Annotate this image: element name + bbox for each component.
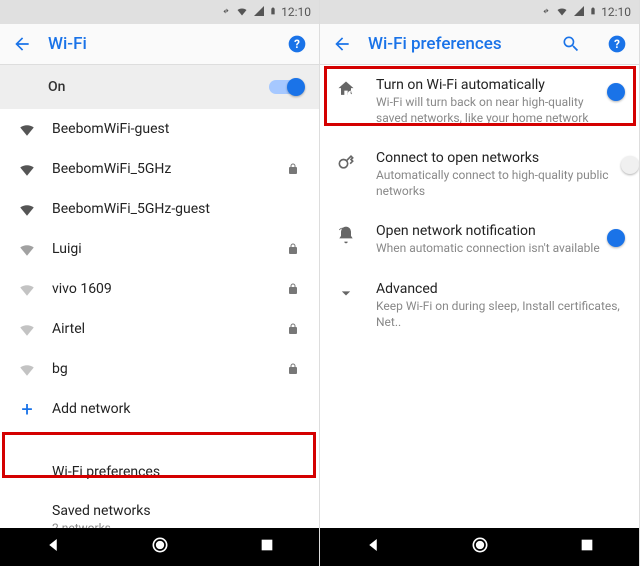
- nav-home-icon[interactable]: [150, 535, 170, 559]
- pref-sub: Keep Wi-Fi on during sleep, Install cert…: [376, 299, 623, 330]
- wifi-preferences-label: Wi-Fi preferences: [52, 464, 160, 480]
- battery-icon: [589, 5, 597, 20]
- pref-sub: Wi-Fi will turn back on near high-qualit…: [376, 95, 615, 126]
- page-title: Wi-Fi: [48, 34, 271, 54]
- pref-item[interactable]: Open network notification When automatic …: [320, 211, 639, 269]
- back-button[interactable]: [332, 34, 352, 54]
- network-row[interactable]: BeebomWiFi-guest: [0, 109, 319, 149]
- network-name: BeebomWiFi-guest: [52, 121, 303, 137]
- wifi-signal-icon: [16, 320, 38, 338]
- pref-item[interactable]: Connect to open networks Automatically co…: [320, 138, 639, 211]
- network-name: BeebomWiFi_5GHz: [52, 161, 287, 177]
- clock: 12:10: [601, 5, 631, 19]
- nav-recent-icon[interactable]: [259, 537, 275, 557]
- wifi-master-switch[interactable]: [269, 80, 303, 94]
- wifi-icon: [555, 5, 569, 20]
- lock-icon: [287, 320, 303, 339]
- pref-icon: [336, 77, 364, 103]
- nav-home-icon[interactable]: [470, 535, 490, 559]
- nav-back-icon[interactable]: [44, 536, 62, 558]
- app-bar: Wi-Fi preferences ?: [320, 24, 639, 64]
- network-name: vivo 1609: [52, 281, 287, 297]
- screen-wifi-preferences: 12:10 Wi-Fi preferences ? Turn on Wi-Fi …: [320, 0, 640, 566]
- pref-item[interactable]: Advanced Keep Wi-Fi on during sleep, Inst…: [320, 269, 639, 342]
- lock-icon: [287, 240, 303, 259]
- network-name: Luigi: [52, 241, 287, 257]
- pref-sub: Automatically connect to high-quality pu…: [376, 168, 615, 199]
- clock: 12:10: [281, 5, 311, 19]
- signal-icon: [573, 5, 585, 20]
- wifi-icon: [235, 5, 249, 20]
- pref-title: Connect to open networks: [376, 150, 615, 166]
- wifi-signal-icon: [16, 240, 38, 258]
- lock-icon: [287, 360, 303, 379]
- network-name: BeebomWiFi_5GHz-guest: [52, 201, 303, 217]
- wifi-signal-icon: [16, 360, 38, 378]
- svg-text:?: ?: [614, 37, 620, 51]
- lock-icon: [287, 160, 303, 179]
- wifi-signal-icon: [16, 200, 38, 218]
- wifi-signal-icon: [16, 120, 38, 138]
- pref-title: Turn on Wi-Fi automatically: [376, 77, 615, 93]
- search-button[interactable]: [561, 34, 581, 54]
- help-button[interactable]: ?: [287, 34, 307, 54]
- wifi-preferences-row[interactable]: Wi-Fi preferences: [0, 449, 319, 495]
- pref-item[interactable]: Turn on Wi-Fi automatically Wi-Fi will tu…: [320, 65, 639, 138]
- pref-title: Open network notification: [376, 223, 615, 239]
- pref-icon: [336, 150, 364, 176]
- network-row[interactable]: Airtel: [0, 309, 319, 349]
- network-row[interactable]: BeebomWiFi_5GHz: [0, 149, 319, 189]
- network-row[interactable]: bg: [0, 349, 319, 389]
- network-row[interactable]: Luigi: [0, 229, 319, 269]
- bluetooth-icon: [541, 5, 551, 20]
- content-area: On BeebomWiFi-guest BeebomWiFi_5GHz Beebom…: [0, 65, 319, 528]
- status-bar: 12:10: [320, 0, 639, 24]
- content-area: Turn on Wi-Fi automatically Wi-Fi will tu…: [320, 65, 639, 528]
- pref-title: Advanced: [376, 281, 623, 297]
- saved-networks-label: Saved networks: [52, 503, 303, 519]
- nav-bar: [0, 528, 319, 566]
- screen-wifi: 12:10 Wi-Fi ? On BeebomWiFi-guest BeebomW…: [0, 0, 320, 566]
- saved-networks-row[interactable]: Saved networks 2 networks: [0, 495, 319, 528]
- pref-icon: [336, 223, 364, 249]
- network-row[interactable]: vivo 1609: [0, 269, 319, 309]
- lock-icon: [287, 280, 303, 299]
- wifi-on-label: On: [48, 79, 269, 95]
- nav-recent-icon[interactable]: [579, 537, 595, 557]
- add-network-label: Add network: [52, 401, 130, 417]
- network-name: bg: [52, 361, 287, 377]
- wifi-signal-icon: [16, 160, 38, 178]
- network-name: Airtel: [52, 321, 287, 337]
- help-button[interactable]: ?: [607, 34, 627, 54]
- network-row[interactable]: BeebomWiFi_5GHz-guest: [0, 189, 319, 229]
- pref-icon: [336, 281, 364, 307]
- wifi-master-toggle-row[interactable]: On: [0, 65, 319, 109]
- bluetooth-icon: [221, 5, 231, 20]
- svg-text:?: ?: [294, 37, 300, 51]
- pref-sub: When automatic connection isn't availabl…: [376, 241, 615, 257]
- battery-icon: [269, 5, 277, 20]
- add-network-row[interactable]: + Add network: [0, 389, 319, 429]
- saved-networks-sub: 2 networks: [52, 521, 303, 528]
- page-title: Wi-Fi preferences: [368, 34, 545, 54]
- plus-icon: +: [16, 397, 38, 421]
- back-button[interactable]: [12, 34, 32, 54]
- app-bar: Wi-Fi ?: [0, 24, 319, 64]
- signal-icon: [253, 5, 265, 20]
- nav-back-icon[interactable]: [364, 536, 382, 558]
- nav-bar: [320, 528, 639, 566]
- wifi-signal-icon: [16, 280, 38, 298]
- status-bar: 12:10: [0, 0, 319, 24]
